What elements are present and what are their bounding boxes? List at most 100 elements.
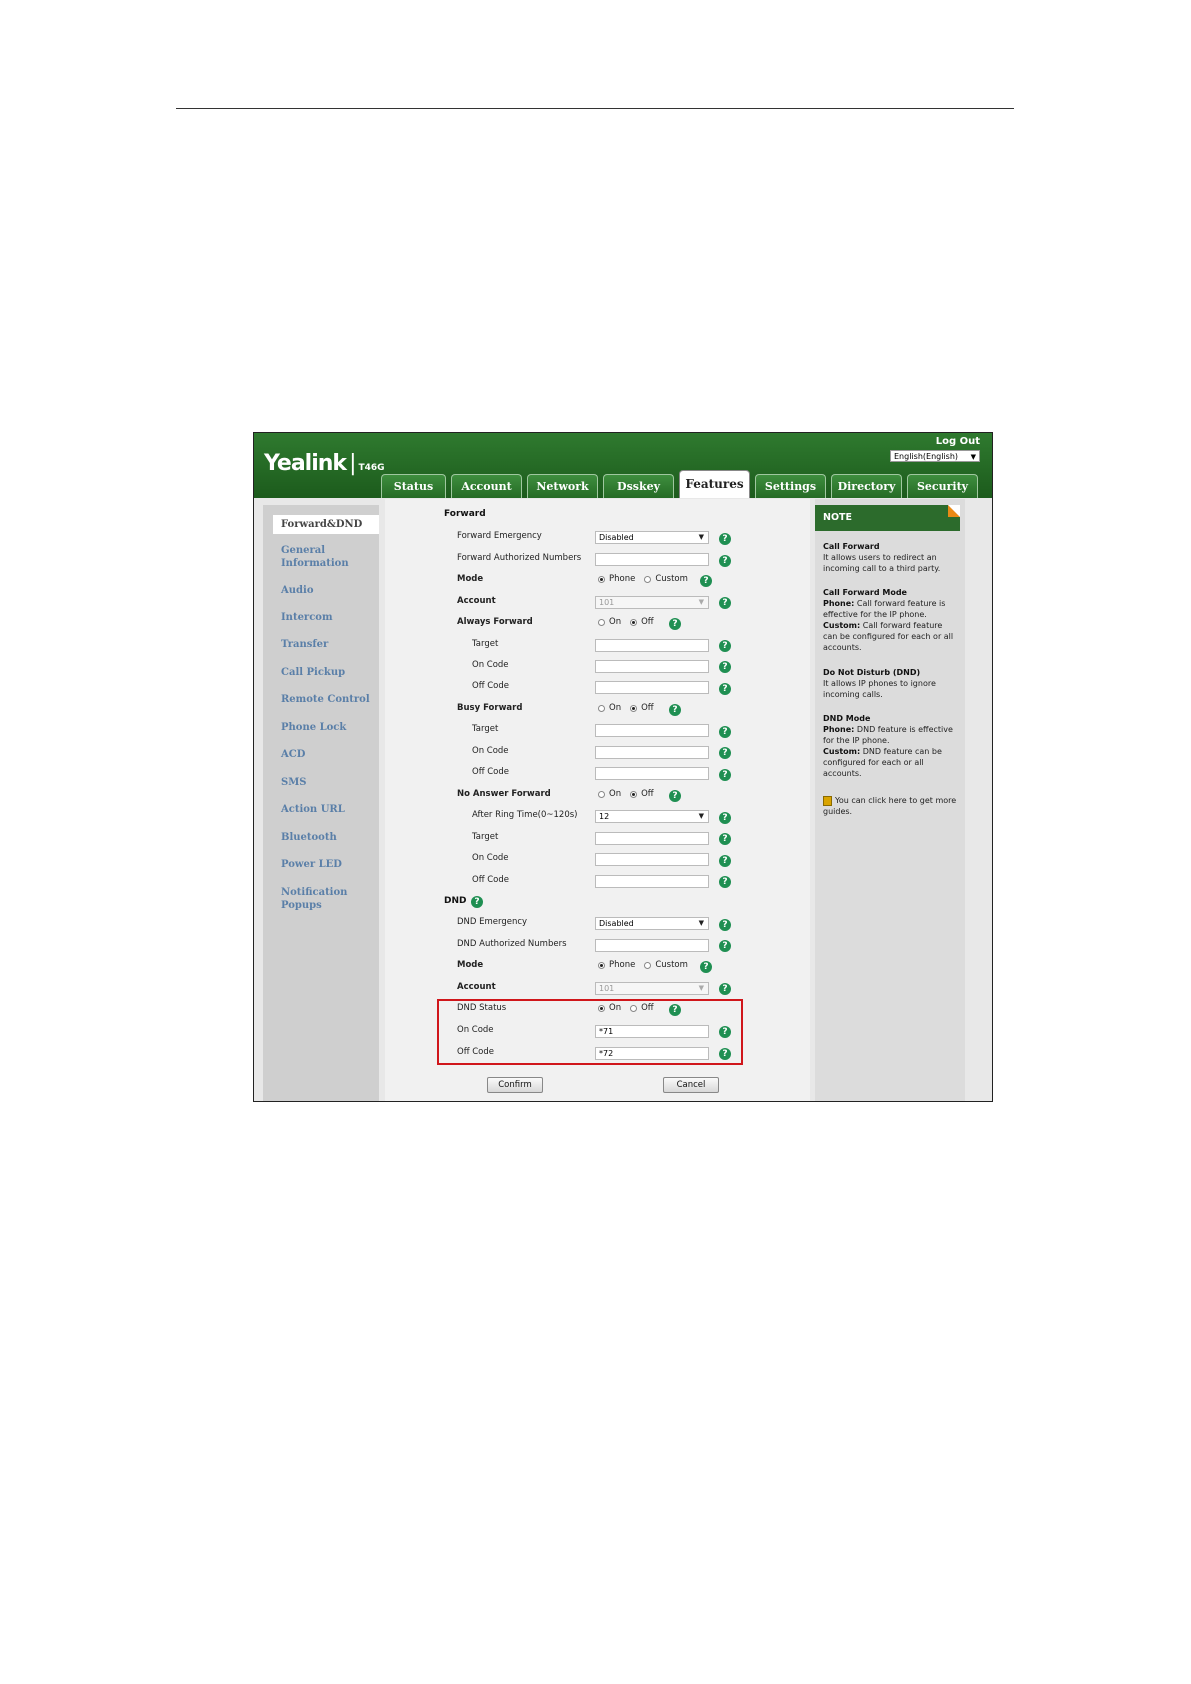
- help-icon[interactable]: ?: [719, 747, 731, 759]
- chevron-down-icon: ▼: [698, 812, 704, 820]
- language-select[interactable]: English(English) ▼: [890, 450, 980, 462]
- sidebar-item-notification-popups[interactable]: Notification Popups: [281, 886, 379, 912]
- sidebar-item-general-information[interactable]: General Information: [281, 544, 349, 570]
- tab-status[interactable]: Status: [381, 474, 446, 498]
- book-icon: [823, 795, 832, 806]
- sidebar-item-audio[interactable]: Audio: [281, 584, 314, 597]
- radio-off[interactable]: [630, 618, 638, 626]
- sidebar-item-forward-dnd[interactable]: Forward&DND: [273, 515, 379, 534]
- help-icon[interactable]: ?: [719, 833, 731, 845]
- tab-network[interactable]: Network: [527, 474, 598, 498]
- always-off-code-input[interactable]: [595, 681, 709, 694]
- always-on-code-input[interactable]: [595, 660, 709, 673]
- note-call-forward: Call Forward It allows users to redirect …: [823, 542, 941, 573]
- always-forward-label: Always Forward: [457, 617, 533, 627]
- ring-time-select[interactable]: 12 ▼: [595, 810, 709, 823]
- highlight-box: [437, 999, 743, 1065]
- help-icon[interactable]: ?: [719, 769, 731, 781]
- sidebar-item-remote-control[interactable]: Remote Control: [281, 693, 370, 706]
- help-icon[interactable]: ?: [471, 896, 483, 908]
- help-icon[interactable]: ?: [719, 983, 731, 995]
- dnd-emergency-select[interactable]: Disabled ▼: [595, 917, 709, 930]
- confirm-button[interactable]: Confirm: [487, 1077, 543, 1093]
- tab-account[interactable]: Account: [451, 474, 522, 498]
- radio-on[interactable]: [598, 618, 605, 626]
- busy-off-code-input[interactable]: [595, 767, 709, 780]
- help-icon[interactable]: ?: [719, 661, 731, 673]
- dnd-authorized-numbers-label: DND Authorized Numbers: [457, 939, 567, 949]
- help-icon[interactable]: ?: [669, 790, 681, 802]
- logout-link[interactable]: Log Out: [936, 436, 980, 447]
- yealink-logo: Yealink | T46G: [264, 451, 385, 476]
- noanswer-on-code-input[interactable]: [595, 853, 709, 866]
- page-header-rule: [176, 108, 1014, 109]
- help-icon[interactable]: ?: [719, 855, 731, 867]
- help-icon[interactable]: ?: [719, 812, 731, 824]
- sidebar-item-phone-lock[interactable]: Phone Lock: [281, 721, 346, 734]
- radio-custom[interactable]: [644, 961, 652, 969]
- section-forward-title: Forward: [444, 509, 486, 519]
- sidebar-item-acd[interactable]: ACD: [281, 748, 305, 761]
- tab-directory[interactable]: Directory: [831, 474, 902, 498]
- busy-target-input[interactable]: [595, 724, 709, 737]
- always-target-input[interactable]: [595, 639, 709, 652]
- sidebar: Forward&DND General Information Audio In…: [263, 505, 379, 1101]
- always-forward-radio-group: On Off: [598, 617, 663, 628]
- tab-settings[interactable]: Settings: [755, 474, 826, 498]
- note-dnd-mode: DND Mode Phone: DND feature is effective …: [823, 714, 953, 778]
- tab-dsskey[interactable]: Dsskey: [603, 474, 674, 498]
- forward-dnd-form: Forward Forward Emergency Disabled ▼ ? Fo…: [385, 499, 810, 1101]
- help-icon[interactable]: ?: [719, 683, 731, 695]
- cancel-button[interactable]: Cancel: [663, 1077, 719, 1093]
- help-icon[interactable]: ?: [669, 618, 681, 630]
- busy-on-code-label: On Code: [472, 746, 509, 756]
- help-icon[interactable]: ?: [669, 704, 681, 716]
- chevron-down-icon: ▼: [698, 919, 704, 927]
- chevron-down-icon: ▼: [698, 984, 704, 992]
- sidebar-item-sms[interactable]: SMS: [281, 776, 307, 789]
- sidebar-item-power-led[interactable]: Power LED: [281, 858, 342, 871]
- help-icon[interactable]: ?: [719, 919, 731, 931]
- sidebar-item-bluetooth[interactable]: Bluetooth: [281, 831, 337, 844]
- folded-corner-icon: [948, 505, 960, 517]
- radio-phone[interactable]: [598, 575, 605, 583]
- note-title: NOTE: [815, 505, 960, 531]
- help-icon[interactable]: ?: [719, 940, 731, 952]
- busy-forward-radio-group: On Off: [598, 703, 663, 714]
- radio-off[interactable]: [630, 704, 638, 712]
- forward-account-label: Account: [457, 596, 496, 606]
- note-dnd: Do Not Disturb (DND) It allows IP phones …: [823, 668, 936, 699]
- sidebar-item-call-pickup[interactable]: Call Pickup: [281, 666, 345, 679]
- noanswer-target-input[interactable]: [595, 832, 709, 845]
- radio-phone[interactable]: [598, 961, 605, 969]
- radio-on[interactable]: [598, 790, 605, 798]
- help-icon[interactable]: ?: [719, 555, 731, 567]
- radio-off[interactable]: [630, 790, 638, 798]
- note-guide-link[interactable]: You can click here to get more guides.: [823, 795, 958, 817]
- dnd-account-select[interactable]: 101 ▼: [595, 982, 709, 995]
- forward-authorized-numbers-input[interactable]: [595, 553, 709, 566]
- help-icon[interactable]: ?: [700, 961, 712, 973]
- help-icon[interactable]: ?: [719, 726, 731, 738]
- radio-custom[interactable]: [644, 575, 652, 583]
- forward-account-select[interactable]: 101 ▼: [595, 596, 709, 609]
- help-icon[interactable]: ?: [700, 575, 712, 587]
- tab-security[interactable]: Security: [907, 474, 978, 498]
- busy-on-code-input[interactable]: [595, 746, 709, 759]
- sidebar-item-action-url[interactable]: Action URL: [281, 803, 345, 816]
- help-icon[interactable]: ?: [719, 533, 731, 545]
- dnd-authorized-numbers-input[interactable]: [595, 939, 709, 952]
- help-icon[interactable]: ?: [719, 876, 731, 888]
- chevron-down-icon: ▼: [698, 598, 704, 606]
- radio-on[interactable]: [598, 704, 605, 712]
- help-icon[interactable]: ?: [719, 597, 731, 609]
- forward-mode-radio-group: Phone Custom: [598, 574, 697, 585]
- forward-emergency-select[interactable]: Disabled ▼: [595, 531, 709, 544]
- noanswer-off-code-input[interactable]: [595, 875, 709, 888]
- tab-features[interactable]: Features: [679, 470, 750, 498]
- help-icon[interactable]: ?: [719, 640, 731, 652]
- sidebar-item-transfer[interactable]: Transfer: [281, 638, 328, 651]
- sidebar-item-intercom[interactable]: Intercom: [281, 611, 333, 624]
- noanswer-on-code-label: On Code: [472, 853, 509, 863]
- always-off-code-label: Off Code: [472, 681, 510, 691]
